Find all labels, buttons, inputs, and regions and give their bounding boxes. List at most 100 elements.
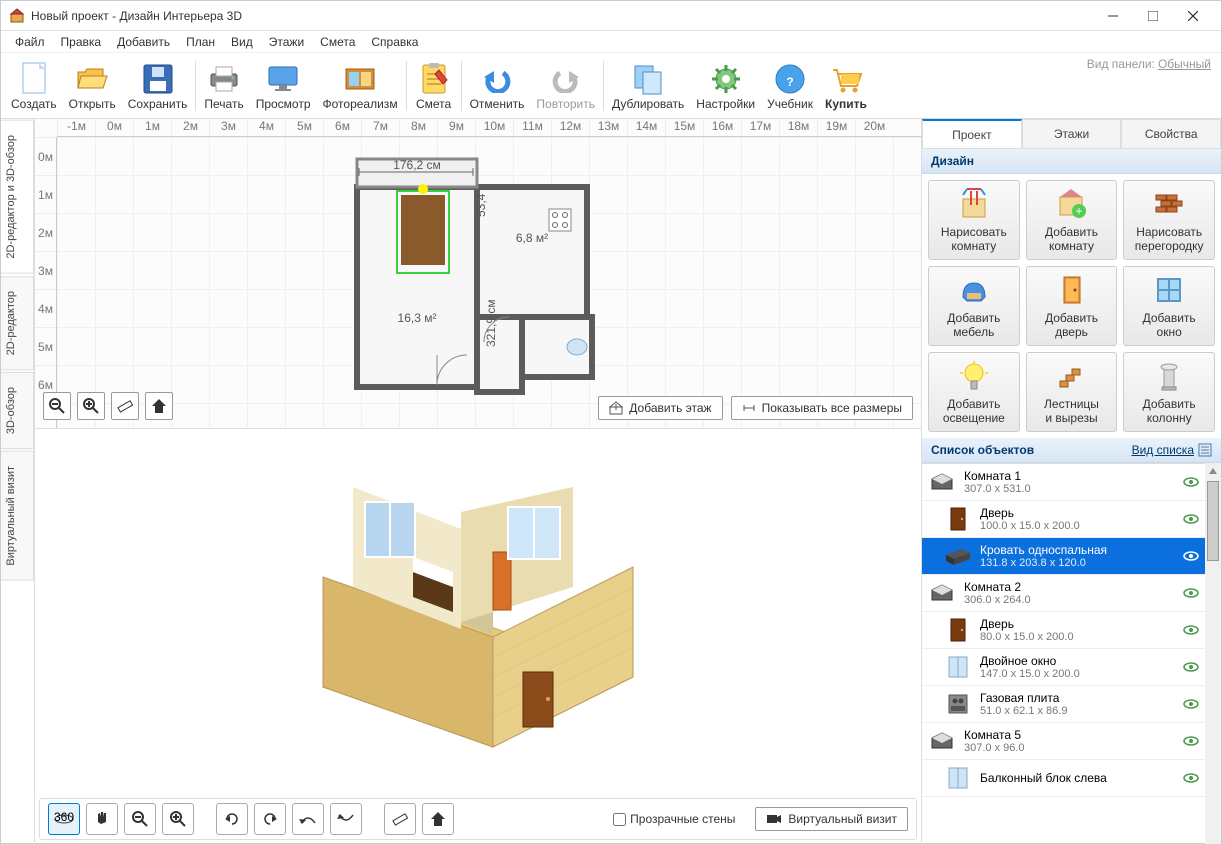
clipboard-icon — [416, 61, 452, 97]
svg-text:16,3 м²: 16,3 м² — [398, 311, 437, 325]
design-btn-0[interactable]: Нарисоватькомнату — [928, 180, 1020, 260]
zoom-in-2d-button[interactable] — [77, 392, 105, 420]
menu-help[interactable]: Справка — [363, 33, 426, 51]
tilt-up-button[interactable] — [292, 803, 324, 835]
buy-button[interactable]: Купить — [819, 58, 873, 114]
home-3d-button[interactable] — [422, 803, 454, 835]
360-button[interactable]: 360 — [48, 803, 80, 835]
estimate-button[interactable]: Смета — [409, 58, 459, 114]
floorplan[interactable]: 176,2 см 53,4 321,9 см 16,3 м² 6,8 м² — [347, 147, 607, 397]
tilt-down-button[interactable] — [330, 803, 362, 835]
object-list-scrollbar[interactable] — [1205, 463, 1221, 844]
design-btn-1[interactable]: +Добавитькомнату — [1026, 180, 1118, 260]
zoom-in-3d-button[interactable] — [162, 803, 194, 835]
design-btn-4[interactable]: Добавитьдверь — [1026, 266, 1118, 346]
tutorial-button[interactable]: ?Учебник — [761, 58, 819, 114]
vtab-3d[interactable]: 3D-обзор — [1, 372, 34, 449]
visibility-toggle-icon[interactable] — [1183, 625, 1199, 635]
object-row[interactable]: Двойное окно147.0 x 15.0 x 200.0 — [922, 649, 1205, 686]
design-btn-8[interactable]: Добавитьколонну — [1123, 352, 1215, 432]
visibility-toggle-icon[interactable] — [1183, 477, 1199, 487]
orbit-right-button[interactable] — [254, 803, 286, 835]
design-icon — [1054, 359, 1088, 393]
duplicate-button[interactable]: Дублировать — [606, 58, 690, 114]
object-name: Дверь — [980, 506, 1175, 520]
ruler-2d-button[interactable] — [111, 392, 139, 420]
close-button[interactable] — [1173, 2, 1213, 30]
rtab-project[interactable]: Проект — [922, 119, 1022, 148]
object-row[interactable]: Комната 5307.0 x 96.0 — [922, 723, 1205, 760]
undo-button[interactable]: Отменить — [464, 58, 531, 114]
visibility-toggle-icon[interactable] — [1183, 699, 1199, 709]
view-2d[interactable]: -1м0м1м2м3м4м5м6м7м8м9м10м11м12м13м14м15… — [35, 119, 921, 429]
plan-canvas[interactable]: 176,2 см 53,4 321,9 см 16,3 м² 6,8 м² — [57, 137, 921, 428]
visibility-toggle-icon[interactable] — [1183, 514, 1199, 524]
menu-edit[interactable]: Правка — [53, 33, 110, 51]
menu-plan[interactable]: План — [178, 33, 223, 51]
create-button[interactable]: Создать — [5, 58, 63, 114]
object-list[interactable]: Комната 1307.0 x 531.0Дверь100.0 x 15.0 … — [922, 463, 1205, 844]
right-panel: Проект Этажи Свойства Дизайн Нарисоватьк… — [921, 119, 1221, 844]
orbit-left-button[interactable] — [216, 803, 248, 835]
undo-icon — [479, 61, 515, 97]
virtual-visit-button[interactable]: Виртуальный визит — [755, 807, 908, 831]
design-btn-6[interactable]: Добавитьосвещение — [928, 352, 1020, 432]
vtab-2d3d[interactable]: 2D-редактор и 3D-обзор — [1, 120, 34, 274]
menu-view[interactable]: Вид — [223, 33, 261, 51]
add-floor-button[interactable]: Добавить этаж — [598, 396, 722, 420]
panel-view-link[interactable]: Обычный — [1158, 57, 1211, 71]
object-type-icon — [928, 468, 956, 496]
pan-button[interactable] — [86, 803, 118, 835]
object-row[interactable]: Комната 1307.0 x 531.0 — [922, 464, 1205, 501]
list-icon[interactable] — [1198, 443, 1212, 457]
maximize-button[interactable] — [1133, 2, 1173, 30]
visibility-toggle-icon[interactable] — [1183, 662, 1199, 672]
design-icon — [957, 187, 991, 221]
object-row[interactable]: Балконный блок слева — [922, 760, 1205, 797]
object-row[interactable]: Дверь80.0 x 15.0 x 200.0 — [922, 612, 1205, 649]
view-3d[interactable] — [35, 429, 921, 794]
minimize-button[interactable] — [1093, 2, 1133, 30]
visibility-toggle-icon[interactable] — [1183, 588, 1199, 598]
save-button[interactable]: Сохранить — [122, 58, 194, 114]
show-dims-button[interactable]: Показывать все размеры — [731, 396, 913, 420]
object-row[interactable]: Кровать односпальная131.8 x 203.8 x 120.… — [922, 538, 1205, 575]
design-btn-7[interactable]: Лестницыи вырезы — [1026, 352, 1118, 432]
menu-estimate[interactable]: Смета — [312, 33, 363, 51]
menu-floors[interactable]: Этажи — [261, 33, 312, 51]
zoom-out-3d-button[interactable] — [124, 803, 156, 835]
menu-add[interactable]: Добавить — [109, 33, 178, 51]
preview-button[interactable]: Просмотр — [250, 58, 317, 114]
object-row[interactable]: Комната 2306.0 x 264.0 — [922, 575, 1205, 612]
design-btn-5[interactable]: Добавитьокно — [1123, 266, 1215, 346]
transparent-walls-check[interactable]: Прозрачные стены — [613, 812, 735, 826]
photoreal-button[interactable]: Фотореализм — [317, 58, 404, 114]
print-button[interactable]: Печать — [198, 58, 249, 114]
measure-button[interactable] — [384, 803, 416, 835]
object-name: Балконный блок слева — [980, 771, 1175, 785]
folder-open-icon — [74, 61, 110, 97]
home-2d-button[interactable] — [145, 392, 173, 420]
redo-button[interactable]: Повторить — [530, 58, 601, 114]
visibility-toggle-icon[interactable] — [1183, 773, 1199, 783]
svg-text:321,9 см: 321,9 см — [484, 299, 498, 347]
objects-header: Список объектов Вид списка — [922, 438, 1221, 463]
menu-file[interactable]: Файл — [7, 33, 53, 51]
rtab-floors[interactable]: Этажи — [1022, 119, 1122, 148]
object-name: Комната 5 — [964, 728, 1175, 742]
open-button[interactable]: Открыть — [63, 58, 122, 114]
design-btn-3[interactable]: Добавитьмебель — [928, 266, 1020, 346]
settings-button[interactable]: Настройки — [690, 58, 761, 114]
object-row[interactable]: Газовая плита51.0 x 62.1 x 86.9 — [922, 686, 1205, 723]
visibility-toggle-icon[interactable] — [1183, 736, 1199, 746]
vtab-virtual[interactable]: Виртуальный визит — [1, 451, 34, 581]
design-btn-2[interactable]: Нарисоватьперегородку — [1123, 180, 1215, 260]
view-type-link[interactable]: Вид списка — [1132, 443, 1194, 457]
object-name: Газовая плита — [980, 691, 1175, 705]
redo-icon — [548, 61, 584, 97]
zoom-out-2d-button[interactable] — [43, 392, 71, 420]
object-row[interactable]: Дверь100.0 x 15.0 x 200.0 — [922, 501, 1205, 538]
rtab-props[interactable]: Свойства — [1121, 119, 1221, 148]
visibility-toggle-icon[interactable] — [1183, 551, 1199, 561]
vtab-2d[interactable]: 2D-редактор — [1, 276, 34, 370]
